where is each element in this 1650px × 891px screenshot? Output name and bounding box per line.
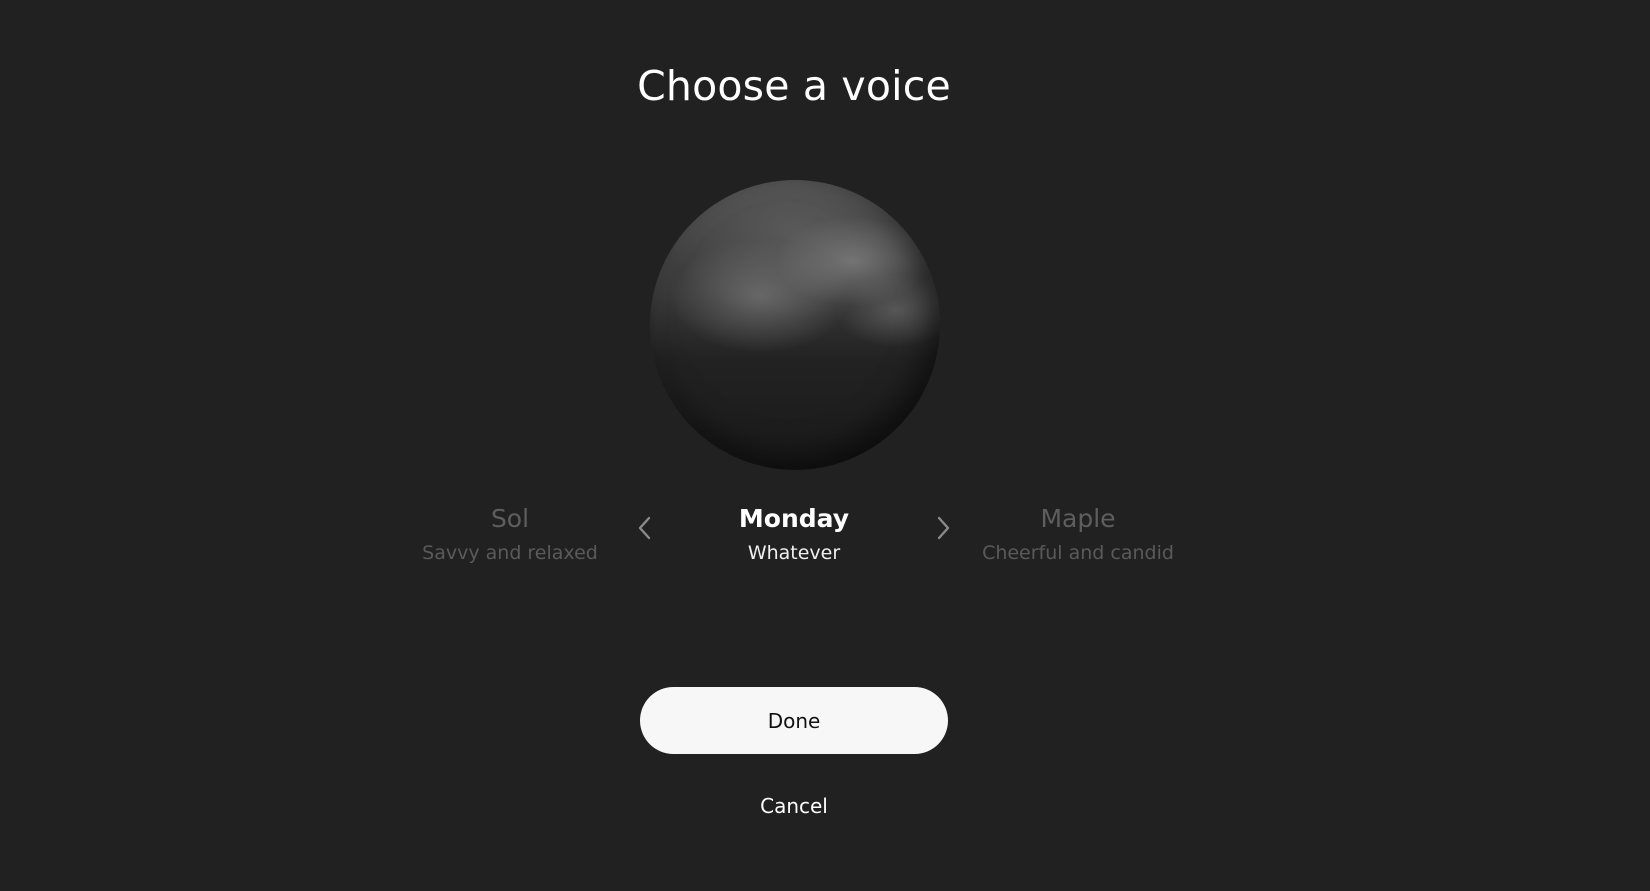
previous-voice-button[interactable]	[630, 511, 660, 545]
done-button[interactable]: Done	[640, 687, 948, 754]
voice-name-next: Maple	[1040, 504, 1116, 533]
voice-option-current: Monday Whatever	[664, 503, 924, 566]
voice-description-next: Cheerful and candid	[982, 542, 1174, 564]
dialog-title: Choose a voice	[637, 62, 951, 110]
voice-name-current: Monday	[738, 504, 850, 533]
cancel-button[interactable]: Cancel	[694, 790, 894, 822]
voice-name-previous: Sol	[490, 504, 530, 533]
voice-description-current: Whatever	[747, 542, 841, 564]
chevron-left-icon	[638, 516, 651, 540]
voice-description-previous: Savvy and relaxed	[422, 542, 598, 564]
voice-option-previous[interactable]: Sol Savvy and relaxed	[380, 503, 640, 566]
voice-orb-visual	[650, 180, 940, 470]
voice-option-next[interactable]: Maple Cheerful and candid	[948, 503, 1208, 566]
